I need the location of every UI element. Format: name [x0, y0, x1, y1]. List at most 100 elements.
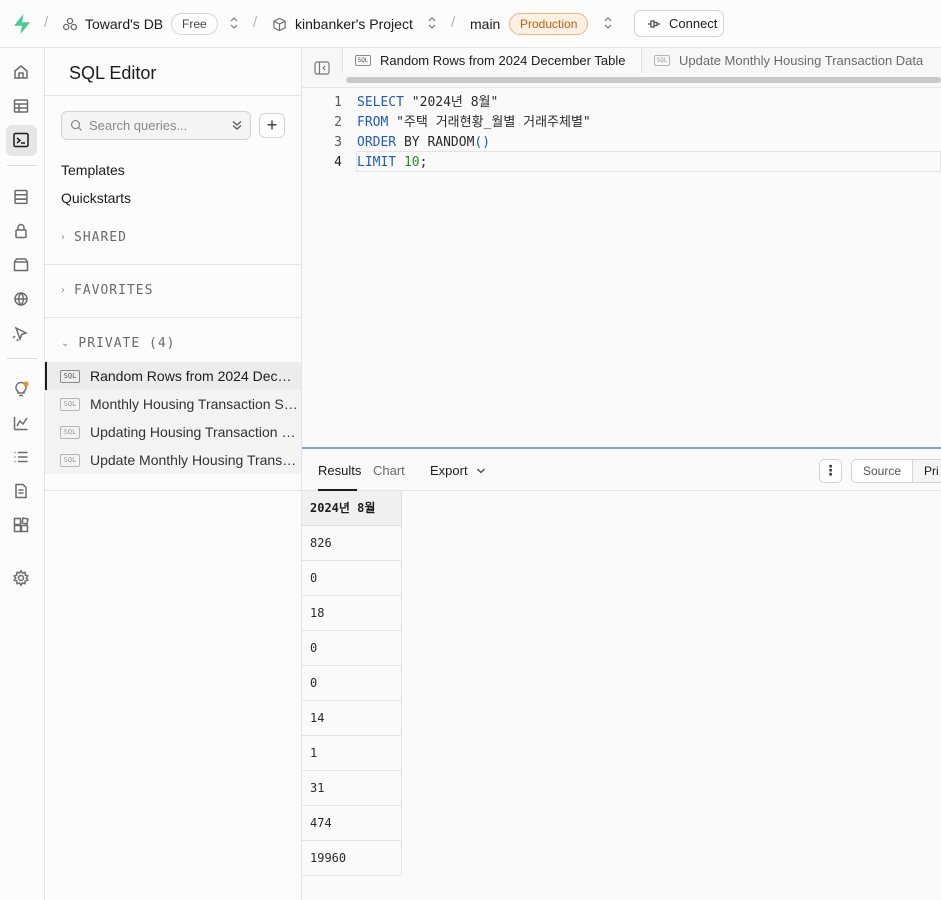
- chevron-right-icon: ›: [61, 285, 66, 296]
- table-cell[interactable]: 1: [302, 736, 402, 771]
- sql-text: "주택 거래현황_월별 거래주체별": [388, 115, 591, 130]
- table-cell[interactable]: 0: [302, 561, 402, 596]
- line-number: 2: [334, 115, 342, 130]
- chevron-down-icon: [476, 468, 485, 473]
- new-query-button[interactable]: +: [259, 113, 285, 138]
- templates-link[interactable]: Templates: [61, 162, 125, 178]
- realtime-cursor-icon[interactable]: [11, 323, 31, 343]
- branch-switch-icon[interactable]: [603, 15, 613, 33]
- breadcrumb-separator: /: [451, 14, 456, 31]
- plug-icon: [648, 19, 660, 28]
- sql-file-icon: SQL: [60, 453, 80, 467]
- top-bar: / Toward's DB Free / kinbanker's Project…: [0, 0, 941, 48]
- query-item[interactable]: SQL Updating Housing Transaction Data: [45, 418, 301, 446]
- tab-random-rows[interactable]: SQL Random Rows from 2024 December Table: [342, 48, 642, 73]
- sidebar-divider: [45, 490, 301, 491]
- tab-label: Update Monthly Housing Transaction Data: [679, 53, 924, 68]
- sql-paren: (): [474, 135, 491, 150]
- settings-gear-icon[interactable]: [11, 568, 31, 588]
- nav-rail: [0, 48, 45, 900]
- favorites-section-label: FAVORITES: [74, 283, 154, 298]
- table-cell[interactable]: 14: [302, 701, 402, 736]
- query-item[interactable]: SQL Update Monthly Housing Transaction D…: [45, 446, 301, 474]
- project-name: kinbanker's Project: [295, 16, 413, 32]
- logs-list-icon[interactable]: [11, 447, 31, 467]
- shared-section-header[interactable]: › SHARED: [61, 230, 127, 245]
- connect-label: Connect: [669, 16, 718, 31]
- connect-button[interactable]: Connect: [634, 10, 724, 37]
- tab-scrollbar[interactable]: [346, 77, 941, 83]
- table-cell[interactable]: 0: [302, 666, 402, 701]
- chevron-right-icon: ›: [61, 232, 66, 243]
- plan-badge: Free: [171, 13, 218, 35]
- auth-lock-icon[interactable]: [11, 221, 31, 241]
- supabase-logo-icon[interactable]: [12, 13, 32, 35]
- storage-icon[interactable]: [11, 255, 31, 275]
- table-cell[interactable]: 31: [302, 771, 402, 806]
- export-dropdown[interactable]: Export: [430, 463, 486, 478]
- edge-functions-icon[interactable]: [11, 289, 31, 309]
- sql-editor-sidebar: SQL Editor + Templates Quickstarts › SHA…: [45, 48, 302, 900]
- sql-file-icon: SQL: [60, 425, 80, 439]
- tab-results[interactable]: Results: [318, 463, 361, 478]
- more-options-icon[interactable]: ⋮: [819, 459, 842, 483]
- sql-editor-icon[interactable]: [11, 130, 31, 150]
- sql-text: "2024년 8월": [403, 95, 499, 110]
- project-switch-icon[interactable]: [427, 15, 437, 33]
- sidebar-divider: [45, 95, 301, 96]
- query-item[interactable]: SQL Random Rows from 2024 December Table: [45, 362, 301, 390]
- export-label: Export: [430, 463, 468, 478]
- sql-number: 10: [403, 155, 420, 170]
- sql-keyword: FROM: [357, 115, 389, 130]
- advisors-bulb-icon[interactable]: [11, 379, 31, 399]
- org-selector[interactable]: Toward's DB: [62, 12, 163, 36]
- editor-tab-bar: SQL Random Rows from 2024 December Table…: [302, 48, 941, 88]
- org-switch-icon[interactable]: [229, 15, 239, 33]
- sql-file-icon: SQL: [355, 55, 371, 66]
- table-cell[interactable]: 0: [302, 631, 402, 666]
- code-line: 4 LIMIT 10;: [302, 153, 941, 173]
- private-section-header[interactable]: ⌄ PRIVATE (4): [61, 336, 175, 351]
- home-icon[interactable]: [11, 62, 31, 82]
- rail-divider: [7, 358, 37, 359]
- org-name: Toward's DB: [85, 16, 164, 32]
- sql-keyword: LIMIT: [357, 155, 397, 170]
- code-line: 1 SELECT "2024년 8월": [302, 93, 941, 113]
- column-header[interactable]: 2024년 8월: [302, 491, 402, 526]
- code-line: 2 FROM "주택 거래현황_월별 거래주체별": [302, 113, 941, 133]
- tab-update-monthly[interactable]: SQL Update Monthly Housing Transaction D…: [642, 48, 941, 73]
- database-icon[interactable]: [11, 187, 31, 207]
- integrations-icon[interactable]: [11, 515, 31, 535]
- primary-toggle[interactable]: Pri: [912, 460, 941, 482]
- search-queries-box[interactable]: [61, 111, 251, 140]
- environment-badge: Production: [509, 13, 589, 35]
- results-toolbar: Results Chart Export ⋮ Source Pri: [302, 449, 941, 491]
- query-label: Update Monthly Housing Transaction Data: [90, 452, 298, 468]
- source-toggle[interactable]: Source: [852, 460, 912, 482]
- sql-keyword: ORDER: [357, 135, 397, 150]
- sql-keyword: SELECT: [357, 95, 404, 110]
- tab-chart[interactable]: Chart: [373, 463, 405, 478]
- line-number: 1: [334, 95, 342, 110]
- query-item[interactable]: SQL Monthly Housing Transaction Summary: [45, 390, 301, 418]
- shared-section-label: SHARED: [74, 230, 127, 245]
- api-docs-icon[interactable]: [11, 481, 31, 501]
- table-cell[interactable]: 474: [302, 806, 402, 841]
- project-box-icon: [273, 17, 286, 31]
- table-editor-icon[interactable]: [11, 96, 31, 116]
- filter-chevron-icon[interactable]: [230, 118, 244, 132]
- reports-chart-icon[interactable]: [11, 413, 31, 433]
- table-cell[interactable]: 19960: [302, 841, 402, 876]
- favorites-section-header[interactable]: › FAVORITES: [61, 283, 153, 298]
- branch-name[interactable]: main: [470, 12, 500, 36]
- table-cell[interactable]: 826: [302, 526, 402, 561]
- sidebar-collapse-icon[interactable]: [314, 61, 330, 75]
- sql-text: BY RANDOM: [396, 135, 475, 150]
- table-cell[interactable]: 18: [302, 596, 402, 631]
- search-icon: [70, 119, 83, 132]
- project-selector[interactable]: kinbanker's Project: [272, 12, 413, 36]
- chevron-down-icon: ⌄: [61, 338, 71, 349]
- plus-icon: +: [266, 115, 278, 135]
- quickstarts-link[interactable]: Quickstarts: [61, 190, 131, 206]
- search-queries-input[interactable]: [89, 118, 229, 133]
